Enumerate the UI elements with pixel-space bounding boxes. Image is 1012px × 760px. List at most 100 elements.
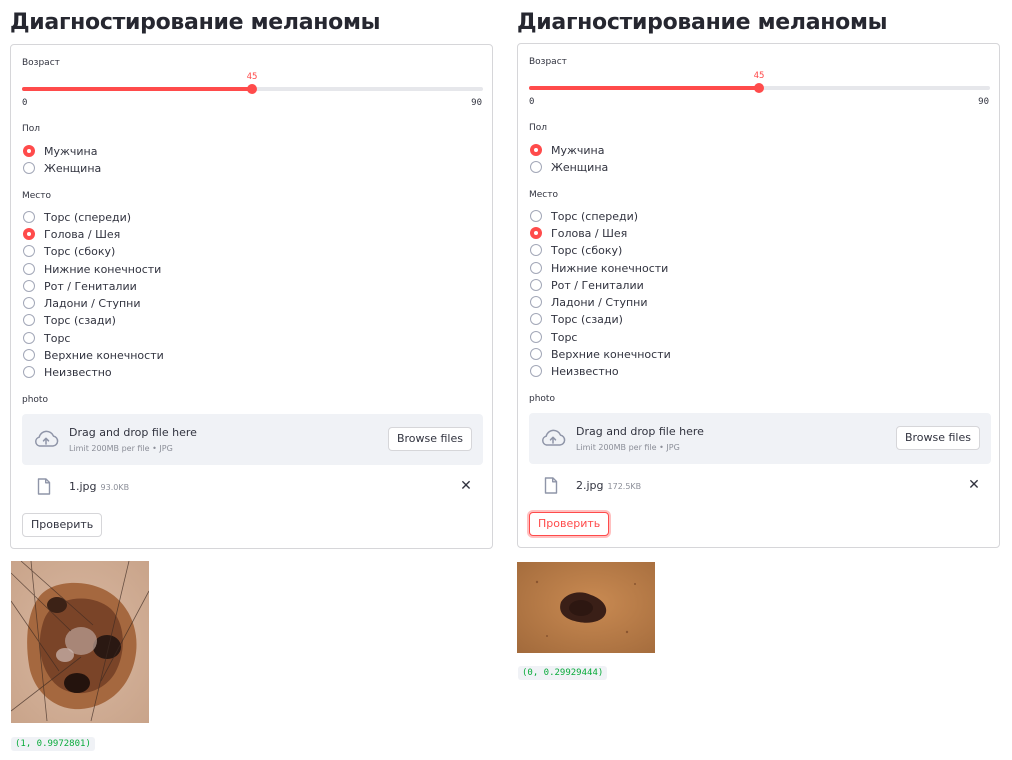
browse-files-button[interactable]: Browse files [387, 427, 472, 451]
file-size: 172.5KB [607, 482, 642, 491]
age-slider-value: 45 [753, 71, 765, 81]
radio-unchecked-icon [530, 365, 542, 377]
radio-label: Торс (сзади) [551, 312, 623, 326]
diagnosis-form: Возраст 45 0 90 Пол Мужчина Женщина Мест… [10, 44, 493, 549]
dropzone-instructions: Drag and drop file here [576, 425, 704, 438]
radio-label: Мужчина [551, 143, 605, 157]
radio-site-torso-side[interactable]: Торс (сбоку) [23, 243, 115, 259]
age-slider-min: 0 [22, 98, 28, 108]
radio-label: Мужчина [44, 144, 98, 158]
radio-sex-female[interactable]: Женщина [530, 159, 608, 175]
radio-unchecked-icon [23, 245, 35, 257]
radio-sex-female[interactable]: Женщина [23, 160, 101, 176]
photo-label: photo [22, 395, 48, 405]
close-icon[interactable]: ✕ [967, 478, 981, 492]
lesion-photo-1 [11, 561, 149, 723]
photo-label: photo [529, 394, 555, 404]
dropzone-instructions: Drag and drop file here [69, 426, 197, 439]
radio-unchecked-icon [23, 211, 35, 223]
radio-site-oral-genital[interactable]: Рот / Гениталии [23, 278, 137, 294]
radio-unchecked-icon [23, 314, 35, 326]
radio-site-unknown[interactable]: Неизвестно [530, 363, 619, 379]
age-slider-max: 90 [471, 98, 482, 108]
dropzone-limit: Limit 200MB per file • JPG [576, 443, 680, 452]
radio-unchecked-icon [23, 280, 35, 292]
radio-sex-male[interactable]: Мужчина [23, 143, 98, 159]
radio-label: Торс (сзади) [44, 313, 116, 327]
radio-site-palms-soles[interactable]: Ладони / Ступни [23, 295, 141, 311]
radio-unchecked-icon [530, 161, 542, 173]
radio-checked-icon [23, 145, 35, 157]
radio-unchecked-icon [530, 348, 542, 360]
radio-label: Голова / Шея [44, 227, 121, 241]
radio-site-torso-side[interactable]: Торс (сбоку) [530, 242, 622, 258]
radio-unchecked-icon [530, 313, 542, 325]
radio-checked-icon [530, 227, 542, 239]
age-label: Возраст [529, 57, 567, 67]
radio-site-lower-extremity[interactable]: Нижние конечности [23, 261, 161, 277]
age-slider-thumb[interactable] [754, 83, 764, 93]
age-slider[interactable] [22, 84, 483, 94]
radio-unchecked-icon [530, 262, 542, 274]
age-slider-max: 90 [978, 97, 989, 107]
radio-site-torso[interactable]: Торс [23, 330, 70, 346]
radio-site-lower-extremity[interactable]: Нижние конечности [530, 260, 668, 276]
radio-unchecked-icon [530, 279, 542, 291]
cloud-upload-icon [35, 430, 59, 447]
uploaded-file: 1.jpg 93.0KB ✕ [22, 476, 483, 498]
radio-unchecked-icon [530, 244, 542, 256]
age-slider-min: 0 [529, 97, 535, 107]
radio-label: Ладони / Ступни [551, 295, 648, 309]
radio-label: Торс (сбоку) [551, 243, 623, 257]
site-label: Место [529, 190, 558, 200]
radio-label: Торс (спереди) [551, 209, 639, 223]
sex-label: Пол [529, 123, 548, 133]
radio-site-torso-front[interactable]: Торс (спереди) [530, 208, 638, 224]
radio-site-torso-back[interactable]: Торс (сзади) [23, 312, 116, 328]
file-name: 1.jpg 93.0KB [69, 480, 129, 493]
radio-site-palms-soles[interactable]: Ладони / Ступни [530, 294, 648, 310]
radio-site-unknown[interactable]: Неизвестно [23, 364, 112, 380]
radio-checked-icon [530, 144, 542, 156]
file-size: 93.0KB [100, 483, 130, 492]
check-button[interactable]: Проверить [22, 513, 103, 537]
radio-label: Неизвестно [44, 365, 112, 379]
age-slider[interactable] [529, 83, 990, 93]
browse-files-button[interactable]: Browse files [895, 426, 980, 450]
radio-site-upper-extremity[interactable]: Верхние конечности [530, 346, 671, 362]
radio-label: Женщина [44, 161, 102, 175]
radio-label: Ладони / Ступни [44, 296, 141, 310]
file-dropzone[interactable]: Drag and drop file here Limit 200MB per … [22, 414, 483, 465]
radio-label: Торс [551, 330, 578, 344]
radio-site-torso-back[interactable]: Торс (сзади) [530, 311, 623, 327]
prediction-result: (0, 0.29929444) [518, 666, 608, 680]
radio-unchecked-icon [23, 297, 35, 309]
diagnosis-form: Возраст 45 0 90 Пол Мужчина Женщина Мест… [517, 43, 1000, 548]
age-label: Возраст [22, 58, 60, 68]
uploaded-file: 2.jpg 172.5KB ✕ [529, 475, 991, 497]
radio-site-head-neck[interactable]: Голова / Шея [530, 225, 627, 241]
radio-label: Голова / Шея [551, 226, 628, 240]
site-label: Место [22, 191, 51, 201]
radio-site-torso-front[interactable]: Торс (спереди) [23, 209, 131, 225]
radio-unchecked-icon [530, 210, 542, 222]
radio-sex-male[interactable]: Мужчина [530, 142, 605, 158]
file-dropzone[interactable]: Drag and drop file here Limit 200MB per … [529, 413, 991, 464]
cloud-upload-icon [542, 429, 566, 446]
radio-label: Рот / Гениталии [44, 279, 137, 293]
radio-unchecked-icon [23, 366, 35, 378]
radio-label: Торс [44, 331, 71, 345]
radio-unchecked-icon [530, 331, 542, 343]
close-icon[interactable]: ✕ [459, 479, 473, 493]
radio-site-upper-extremity[interactable]: Верхние конечности [23, 347, 164, 363]
age-slider-thumb[interactable] [247, 84, 257, 94]
check-button[interactable]: Проверить [529, 512, 610, 536]
radio-label: Верхние конечности [44, 348, 164, 362]
radio-site-torso[interactable]: Торс [530, 329, 577, 345]
file-name: 2.jpg 172.5KB [576, 479, 641, 492]
radio-site-head-neck[interactable]: Голова / Шея [23, 226, 120, 242]
radio-site-oral-genital[interactable]: Рот / Гениталии [530, 277, 644, 293]
radio-checked-icon [23, 228, 35, 240]
radio-label: Торс (сбоку) [44, 244, 116, 258]
radio-label: Торс (спереди) [44, 210, 132, 224]
